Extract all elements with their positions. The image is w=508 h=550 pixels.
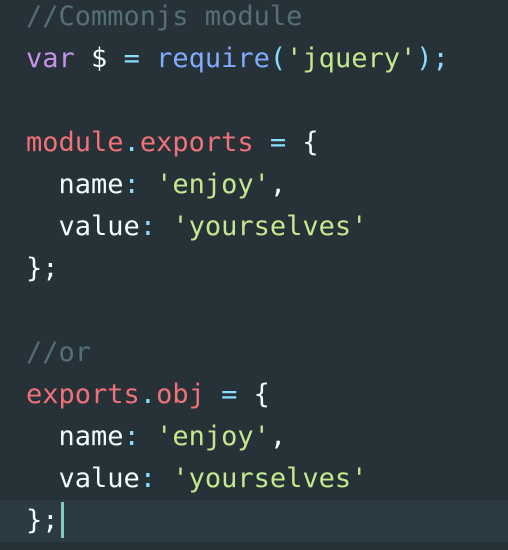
identifier-dollar: $ [91,43,108,74]
paren-open: ( [269,43,287,74]
comma: , [269,169,287,200]
code-line-5: name: 'enjoy', [26,164,508,206]
key-name: name [58,421,124,452]
comment-text: //Commonjs module [26,1,303,32]
brace-open: { [302,127,319,158]
operator-assign: = [221,379,238,410]
code-area[interactable]: //Commonjs module var $ = require('jquer… [0,0,508,542]
code-line-8-blank [26,290,508,332]
comma: , [269,421,287,452]
code-line-13-active[interactable]: }; [0,500,508,542]
code-line-7: }; [26,248,508,290]
brace-close: }; [26,253,59,284]
key-value: value [58,463,140,494]
colon: : [123,169,140,200]
operator-assign: = [269,127,287,158]
code-line-10: exports.obj = { [26,374,508,416]
code-line-11: name: 'enjoy', [26,416,508,458]
function-require: require [156,43,270,74]
code-line-9: //or [26,332,508,374]
code-editor[interactable]: //Commonjs module var $ = require('jquer… [0,0,508,550]
object-module: module [26,127,124,158]
dot-operator: . [139,379,157,410]
string-enjoy: 'enjoy' [156,169,270,200]
code-line-4: module.exports = { [26,122,508,164]
key-name: name [58,169,124,200]
colon: : [123,421,140,452]
code-line-3-blank [26,80,508,122]
property-obj: obj [156,379,205,410]
string-yourselves: 'yourselves' [172,463,368,494]
comment-text: //or [26,337,92,368]
brace-open: { [253,379,270,410]
dot-operator: . [123,127,140,158]
keyword-var: var [26,43,75,74]
operator-assign: = [123,43,140,74]
colon: : [139,463,157,494]
key-value: value [58,211,140,242]
property-exports: exports [139,127,254,158]
string-yourselves: 'yourselves' [172,211,368,242]
code-line-2: var $ = require('jquery'); [26,38,508,80]
colon: : [139,211,157,242]
text-cursor [60,501,64,538]
brace-close: }; [26,505,59,536]
code-line-12: value: 'yourselves' [26,458,508,500]
paren-close: ) [416,43,433,74]
string-enjoy: 'enjoy' [156,421,270,452]
code-line-6: value: 'yourselves' [26,206,508,248]
object-exports: exports [26,379,140,410]
semicolon: ; [432,43,449,74]
code-line-1: //Commonjs module [26,0,508,38]
string-jquery: 'jquery' [286,43,417,74]
